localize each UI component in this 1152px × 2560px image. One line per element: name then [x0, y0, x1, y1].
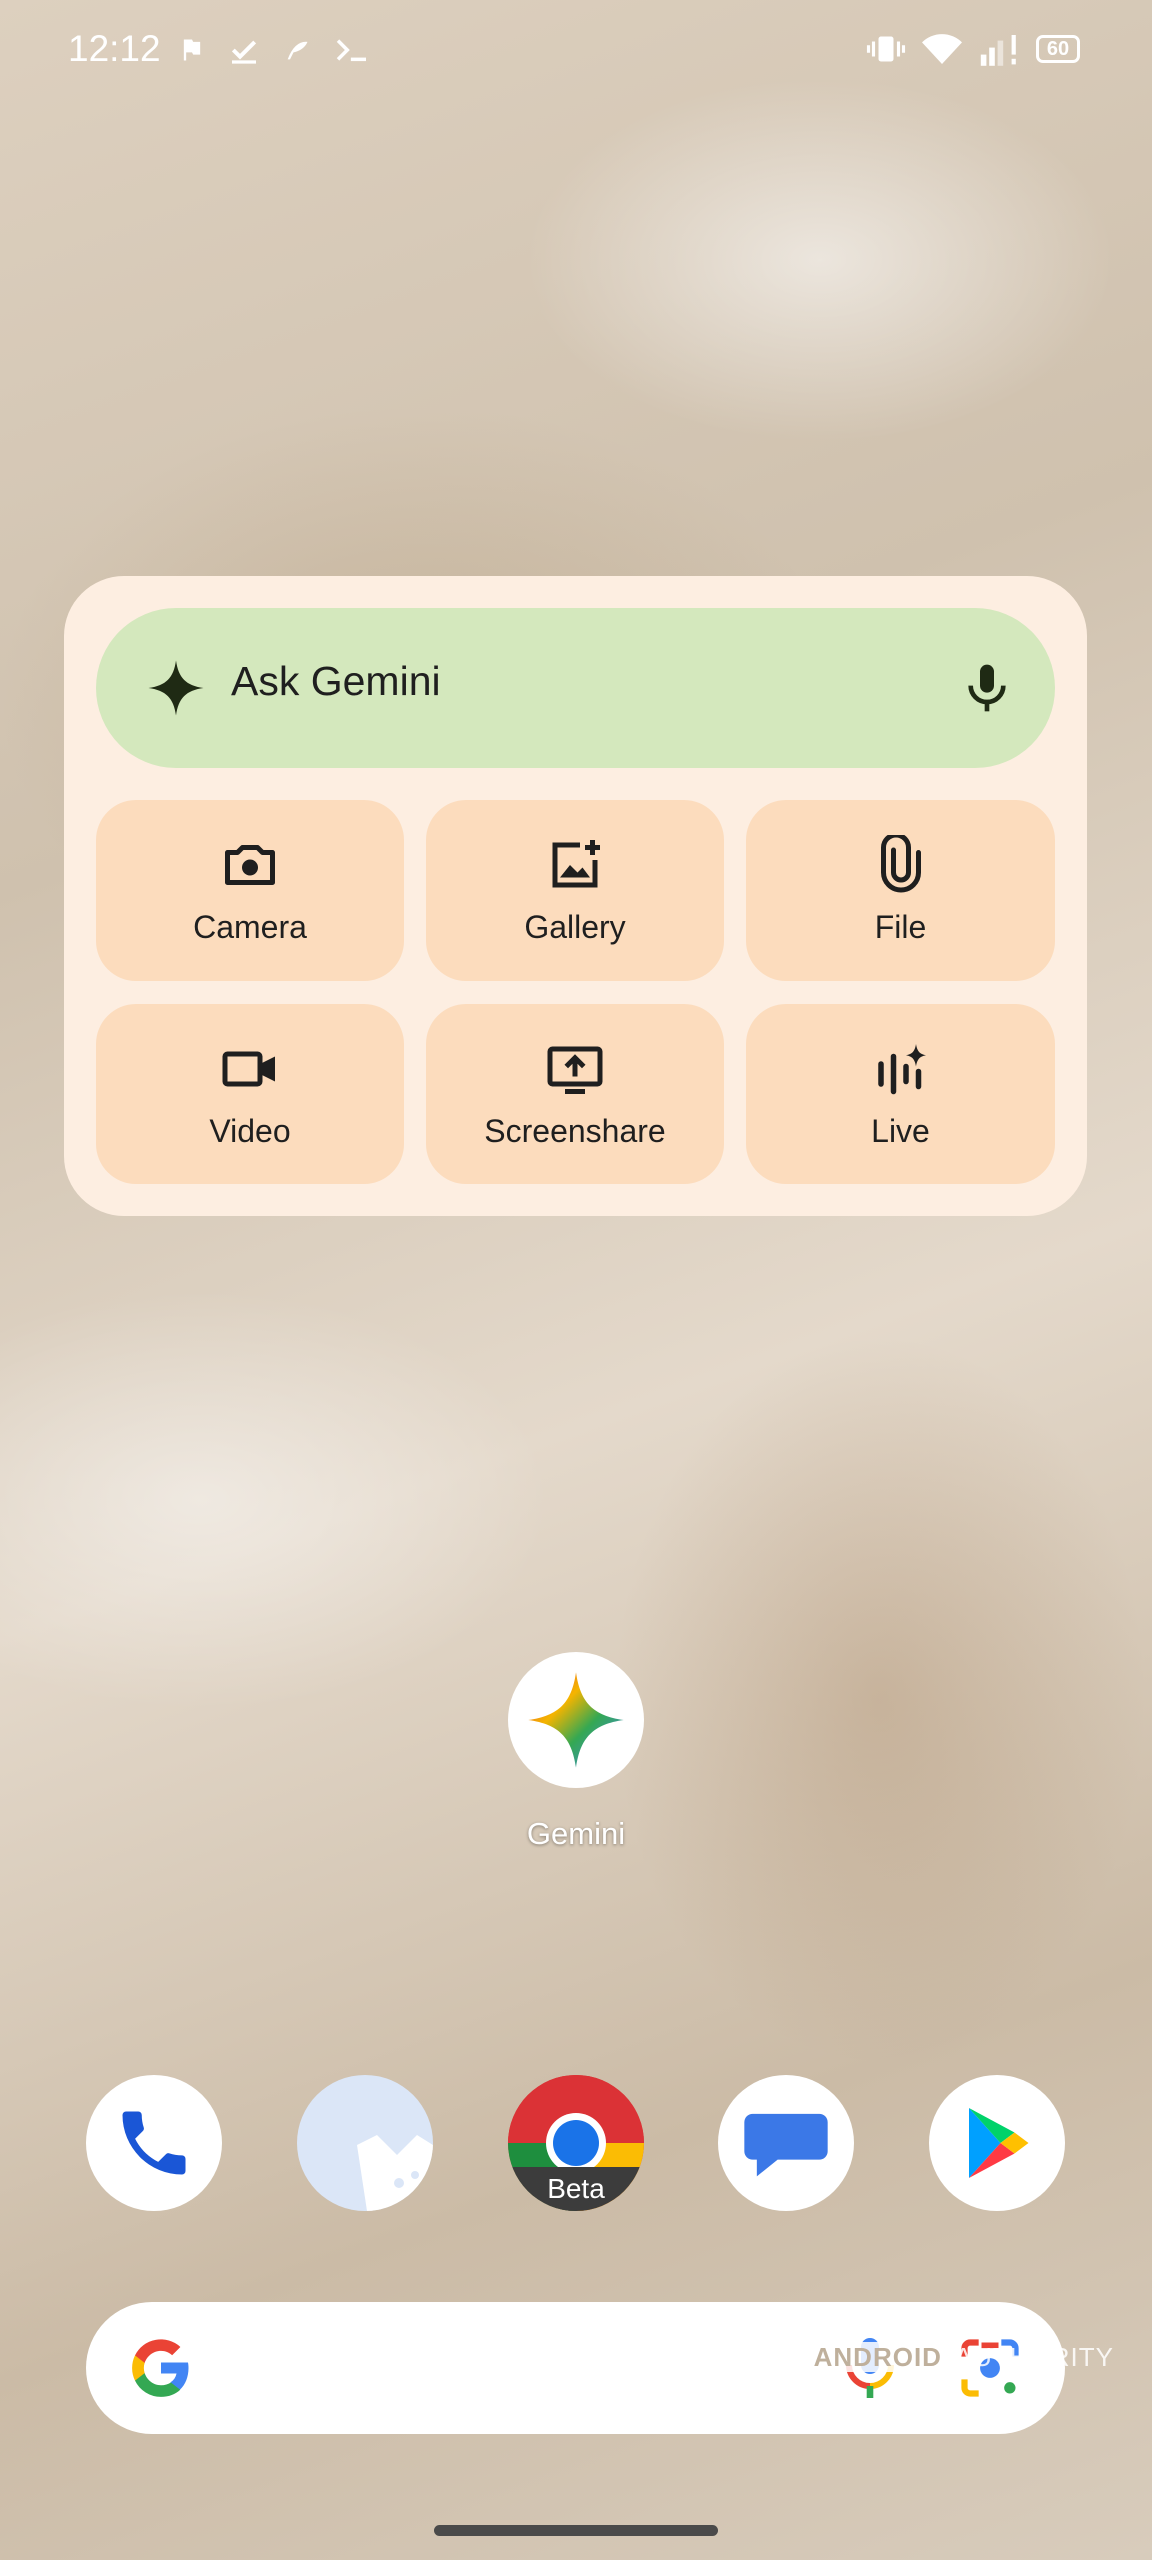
- flag-notification-icon: [183, 39, 201, 61]
- messages-app-icon[interactable]: [718, 2075, 854, 2211]
- terminal-notification-icon: [336, 39, 366, 62]
- file-tile[interactable]: File: [746, 800, 1055, 981]
- phone-app-icon[interactable]: [86, 2075, 222, 2211]
- screenshare-label: Screenshare: [484, 1112, 666, 1149]
- gemini-app-label: Gemini: [526, 1816, 626, 1851]
- gallery-tile[interactable]: Gallery: [426, 800, 724, 981]
- live-tile[interactable]: Live: [746, 1004, 1055, 1184]
- watermark: ANDROID AUTHORITY: [807, 2342, 1114, 2373]
- watermark-brand-light: AUTHORITY: [954, 2342, 1114, 2372]
- gallery-label: Gallery: [524, 909, 626, 945]
- chrome-beta-app-icon[interactable]: Beta: [508, 2075, 644, 2211]
- battery-icon: 60: [1036, 35, 1080, 63]
- video-tile[interactable]: Video: [96, 1004, 404, 1184]
- wallpaper-icon: [357, 2135, 433, 2211]
- play-store-app-icon[interactable]: [929, 2075, 1065, 2211]
- ask-gemini-label: Ask Gemini: [231, 658, 441, 704]
- signal-icon: [980, 35, 1016, 66]
- watermark-brand-bold: ANDROID: [807, 2342, 948, 2372]
- feather-notification-icon: [287, 41, 308, 60]
- home-gesture-bar[interactable]: [434, 2525, 718, 2536]
- play-store-icon: [969, 2108, 1029, 2178]
- beta-badge: Beta: [547, 2173, 605, 2204]
- screenshare-icon: [547, 1046, 603, 1094]
- system-status-icons: 60: [866, 32, 1080, 66]
- notification-icons: [178, 34, 370, 66]
- live-icon: [877, 1043, 926, 1094]
- camera-icon: [225, 845, 275, 885]
- screenshare-tile[interactable]: Screenshare: [426, 1004, 724, 1184]
- video-icon: [222, 1051, 275, 1086]
- camera-tile[interactable]: Camera: [96, 800, 404, 981]
- gemini-spark-icon: [148, 660, 204, 716]
- wifi-icon: [922, 34, 962, 64]
- google-g-icon: [132, 2339, 189, 2397]
- video-label: Video: [209, 1112, 291, 1149]
- wallpaper-app-icon[interactable]: [297, 2075, 433, 2211]
- mic-icon[interactable]: [959, 660, 1015, 716]
- paperclip-icon: [880, 835, 921, 893]
- phone-icon: [122, 2111, 186, 2175]
- gemini-logo-icon: [528, 1672, 624, 1768]
- live-label: Live: [871, 1112, 930, 1149]
- messages-icon: [744, 2113, 828, 2177]
- gemini-widget: Ask Gemini Camera Gallery File Video Scr…: [64, 576, 1087, 1216]
- gemini-app-icon[interactable]: [508, 1652, 644, 1788]
- gallery-add-icon: [552, 840, 600, 888]
- status-time: 12:12: [68, 28, 161, 69]
- check-notification-icon: [231, 40, 257, 64]
- file-label: File: [874, 909, 927, 945]
- ask-gemini-bar[interactable]: Ask Gemini: [96, 608, 1055, 768]
- camera-label: Camera: [193, 909, 307, 945]
- vibrate-icon: [866, 36, 906, 62]
